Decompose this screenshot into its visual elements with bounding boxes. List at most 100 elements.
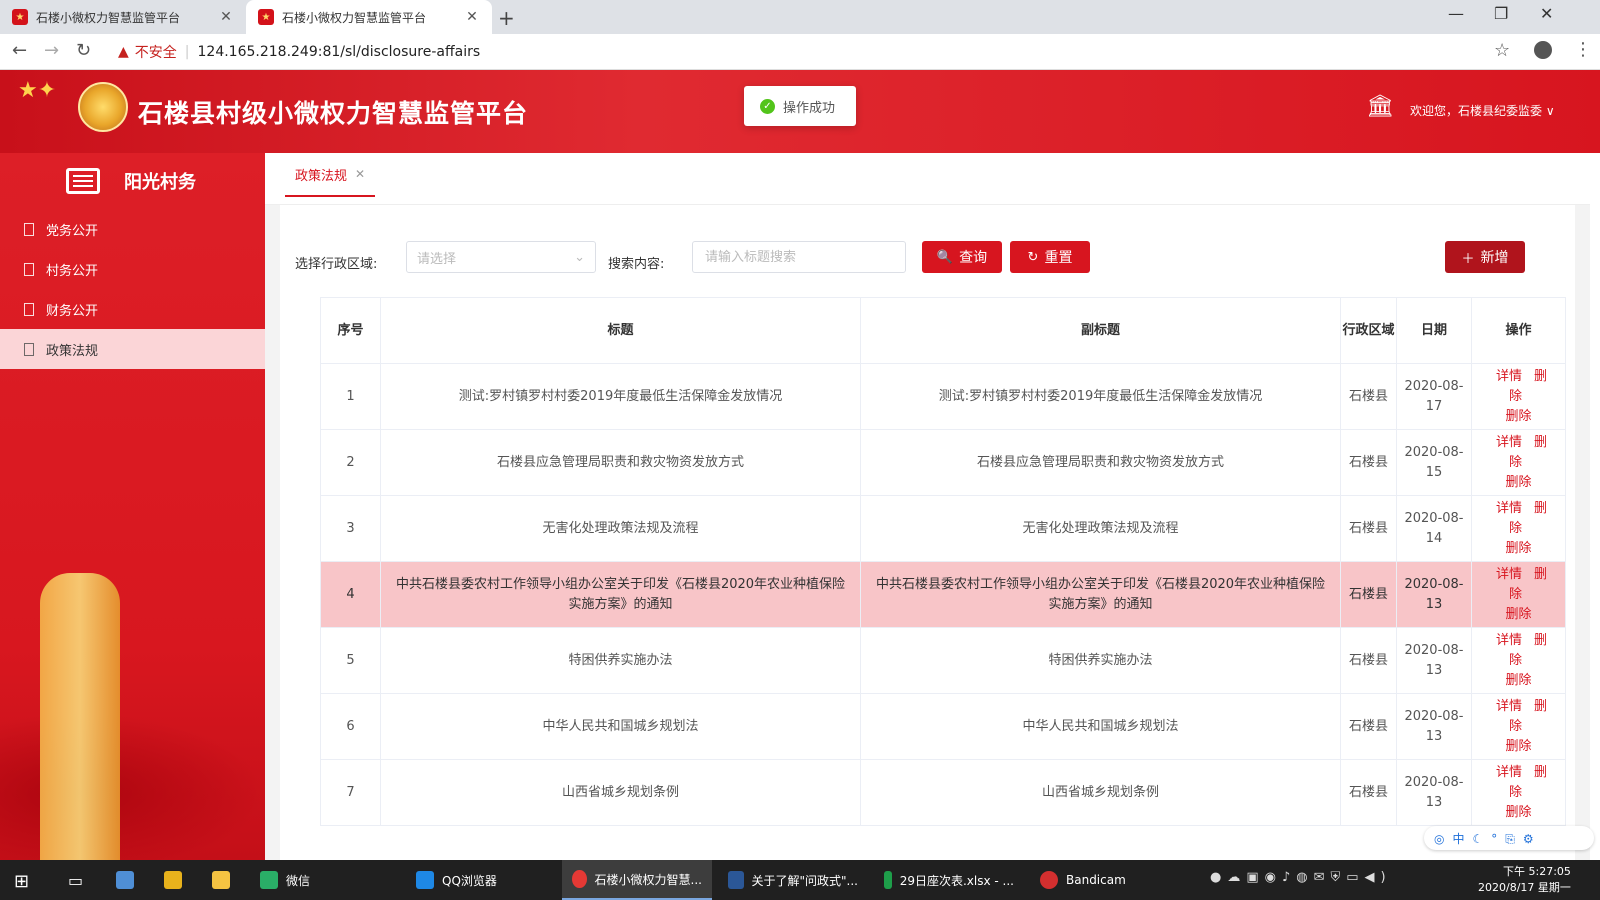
clock-time: 下午 5:27:05 [1503, 865, 1571, 878]
warning-icon: ▲ [118, 44, 129, 60]
taskbar-item-label: 石楼小微权力智慧... [594, 872, 702, 887]
user-menu[interactable]: 欢迎您，石楼县纪委监委 ∨ [1410, 102, 1555, 119]
detail-link[interactable]: 详情 [1496, 369, 1522, 384]
detail-link[interactable]: 详情 [1496, 699, 1522, 714]
row-subtitle: 中华人民共和国城乡规划法 [860, 693, 1341, 760]
row-date: 2020-08-13 [1396, 693, 1472, 760]
browser-tab-title: 石楼小微权力智慧监管平台 [36, 10, 181, 25]
row-actions: 详情 删除 删除 [1471, 495, 1566, 562]
delete-link[interactable]: 删除 [1505, 739, 1531, 754]
detail-link[interactable]: 详情 [1496, 567, 1522, 582]
new-tab-icon[interactable]: + [498, 6, 515, 30]
windows-start-icon[interactable]: ⊞ [14, 871, 29, 892]
row-title: 中华人民共和国城乡规划法 [380, 693, 861, 760]
sidebar-item-village-affairs[interactable]: 村务公开 [0, 249, 265, 289]
browser-tab-2[interactable]: ★ 石楼小微权力智慧监管平台 ✕ [246, 0, 492, 34]
delete-link[interactable]: 删除 [1505, 607, 1531, 622]
row-date: 2020-08-14 [1396, 495, 1472, 562]
browser-tab-title: 石楼小微权力智慧监管平台 [282, 10, 427, 25]
taskbar-item-label: 关于了解"问政式"... [751, 873, 858, 888]
maximize-icon[interactable]: ❐ [1494, 4, 1508, 23]
row-date: 2020-08-13 [1396, 561, 1472, 628]
taskbar-item-spreadsheet[interactable]: 29日座次表.xlsx - ... [874, 860, 1024, 900]
column-header[interactable]: 序号 [320, 297, 381, 364]
delete-link[interactable]: 删除 [1505, 409, 1531, 424]
tab-policy[interactable]: 政策法规 ✕ [285, 153, 376, 197]
url-field[interactable]: ▲ 不安全 | 124.165.218.249:81/sl/disclosure… [110, 38, 1510, 66]
word-icon [728, 871, 744, 889]
sidebar-item-label: 党务公开 [46, 223, 99, 239]
insecure-label[interactable]: 不安全 [135, 42, 177, 62]
detail-link[interactable]: 详情 [1496, 765, 1522, 780]
taskbar-item-bandicam[interactable]: Bandicam [1030, 860, 1180, 900]
table-row: 5 特困供养实施办法 特困供养实施办法 石楼县 2020-08-13 详情 删除 删除 [320, 627, 1566, 694]
taskbar-item-word[interactable]: 关于了解"问政式"... [718, 860, 868, 900]
delete-link[interactable]: 删除 [1505, 541, 1531, 556]
sidebar-item-party-affairs[interactable]: 党务公开 [0, 209, 265, 249]
column-header[interactable]: 日期 [1396, 297, 1472, 364]
site-favicon-icon: ★ [12, 9, 28, 25]
bandicam-icon [1040, 871, 1058, 889]
back-icon[interactable]: ← [12, 40, 27, 61]
bookmark-star-icon[interactable]: ☆ [1494, 40, 1510, 61]
row-title: 石楼县应急管理局职责和救灾物资发放方式 [380, 429, 861, 496]
detail-link[interactable]: 详情 [1496, 435, 1522, 450]
system-clock[interactable]: 下午 5:27:05 2020/8/17 星期一 [1478, 864, 1571, 896]
column-header[interactable]: 行政区域 [1340, 297, 1397, 364]
row-number: 6 [320, 693, 381, 760]
profile-icon[interactable] [1534, 41, 1552, 59]
app-title: 石楼县村级小微权力智慧监管平台 [138, 99, 529, 128]
document-icon [24, 342, 34, 356]
plus-icon: ＋ [1461, 251, 1475, 267]
query-button[interactable]: 🔍 查询 [922, 241, 1002, 273]
column-header[interactable]: 标题 [380, 297, 861, 364]
column-header[interactable]: 副标题 [860, 297, 1341, 364]
detail-link[interactable]: 详情 [1496, 633, 1522, 648]
refresh-icon: ↻ [1027, 249, 1039, 265]
row-region: 石楼县 [1340, 495, 1397, 562]
sidebar-item-finance[interactable]: 财务公开 [0, 289, 265, 329]
browser-menu-icon[interactable]: ⋮ [1574, 39, 1592, 60]
chrome-icon [572, 870, 587, 888]
table-row: 6 中华人民共和国城乡规划法 中华人民共和国城乡规划法 石楼县 2020-08-13 详情… [320, 693, 1566, 760]
page-tab-strip: 政策法规 ✕ [265, 153, 1590, 205]
delete-link[interactable]: 删除 [1505, 805, 1531, 820]
document-icon [24, 302, 34, 316]
add-button[interactable]: ＋ 新增 [1445, 241, 1525, 273]
delete-link[interactable]: 删除 [1505, 673, 1531, 688]
close-tab-icon[interactable]: ✕ [218, 9, 234, 25]
row-region: 石楼县 [1340, 429, 1397, 496]
task-view-icon[interactable]: ▭ [58, 860, 93, 900]
taskbar-item-wechat[interactable]: 微信 [250, 860, 400, 900]
delete-link[interactable]: 删除 [1505, 475, 1531, 490]
bank-building-icon[interactable]: 🏛 [1366, 94, 1394, 119]
detail-link[interactable]: 详情 [1496, 501, 1522, 516]
row-number: 4 [320, 561, 381, 628]
close-tab-icon[interactable]: ✕ [464, 9, 480, 25]
browser-tab-1[interactable]: ★ 石楼小微权力智慧监管平台 ✕ [0, 0, 246, 34]
search-label: 搜索内容: [608, 257, 665, 272]
sidebar-item-policy[interactable]: 政策法规 [0, 329, 265, 369]
column-header[interactable]: 操作 [1471, 297, 1566, 364]
pinned-app-icon[interactable] [154, 860, 200, 900]
reset-button[interactable]: ↻ 重置 [1010, 241, 1090, 273]
row-actions: 详情 删除 删除 [1471, 627, 1566, 694]
search-input[interactable] [692, 241, 906, 273]
taskbar-item-chrome[interactable]: 石楼小微权力智慧... [562, 860, 712, 900]
close-window-icon[interactable]: ✕ [1540, 4, 1553, 23]
ime-toolbar[interactable]: ◎中☾°⎘⚙ [1424, 826, 1594, 850]
taskbar-item-qq-browser[interactable]: QQ浏览器 [406, 860, 556, 900]
close-tab-icon[interactable]: ✕ [355, 167, 365, 181]
pinned-app-icon[interactable] [106, 860, 152, 900]
region-select[interactable]: 请选择 ⌄ [406, 241, 596, 273]
taskbar-item-label: 微信 [286, 873, 311, 888]
reload-icon[interactable]: ↻ [76, 40, 91, 61]
file-explorer-icon[interactable] [202, 860, 248, 900]
system-tray-icons[interactable]: ●☁▣◉♪◍✉⛨▭◀) [1210, 870, 1392, 885]
taskbar-item-label: QQ浏览器 [442, 873, 497, 888]
row-date: 2020-08-13 [1396, 759, 1472, 826]
minimize-icon[interactable]: — [1448, 4, 1464, 23]
table-row: 7 山西省城乡规划条例 山西省城乡规划条例 石楼县 2020-08-13 详情 删除 删除 [320, 759, 1566, 826]
forward-icon[interactable]: → [44, 40, 59, 61]
url-text[interactable]: 124.165.218.249:81/sl/disclosure-affairs [198, 44, 481, 60]
